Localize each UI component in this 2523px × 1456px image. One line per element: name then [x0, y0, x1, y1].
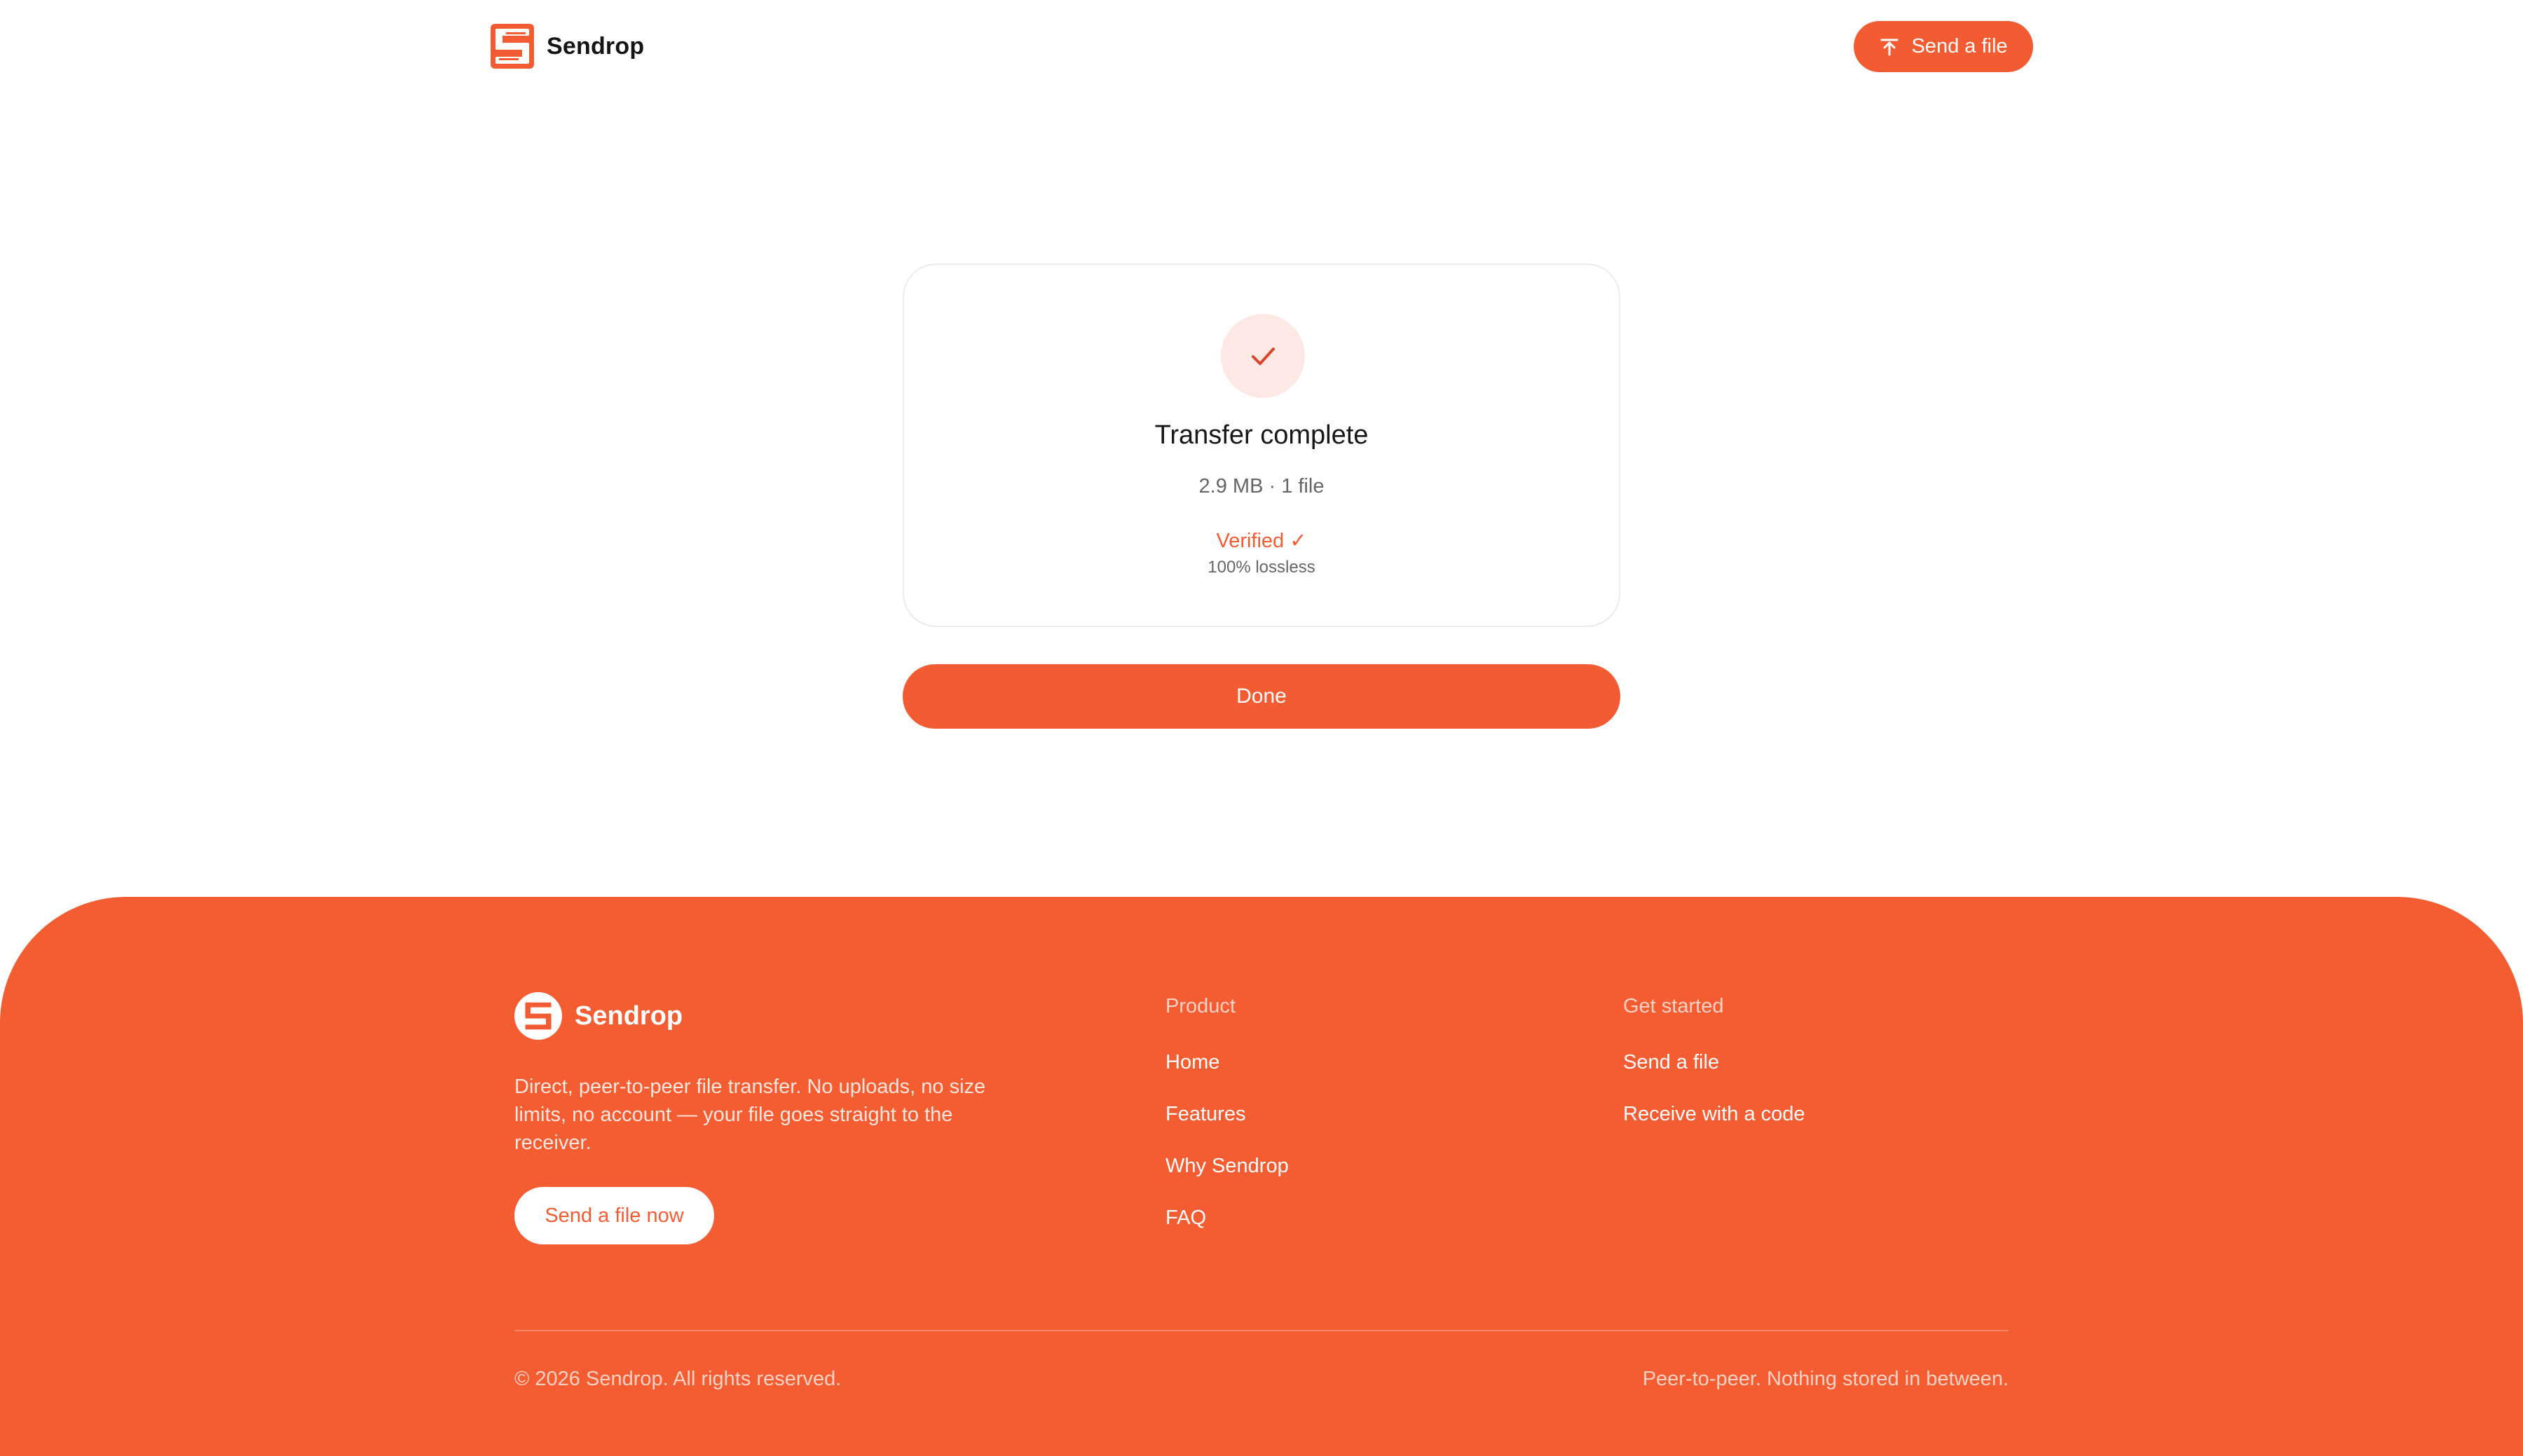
verified-status: Verified ✓ [1216, 530, 1307, 552]
copyright-text: © 2026 Sendrop. All rights reserved. [514, 1368, 842, 1390]
done-button[interactable]: Done [903, 664, 1620, 729]
brand[interactable]: Sendrop [491, 24, 644, 69]
site-footer: Sendrop Direct, peer-to-peer file transf… [0, 897, 2523, 1456]
lossless-note: 100% lossless [1208, 558, 1315, 577]
footer-tagline: Peer-to-peer. Nothing stored in between. [1642, 1368, 2009, 1390]
footer-get-started-column: Get started Send a file Receive with a c… [1623, 995, 1974, 1149]
transfer-status-card: Transfer complete 2.9 MB · 1 file Verifi… [903, 263, 1620, 627]
footer-get-started-title: Get started [1623, 995, 1724, 1017]
footer-link-features[interactable]: Features [1165, 1103, 1245, 1126]
footer-product-column: Product Home Features Why Sendrop FAQ [1165, 995, 1446, 1247]
card-title: Transfer complete [1154, 420, 1369, 450]
site-header: Sendrop Send a file [0, 0, 2523, 94]
send-file-label: Send a file [1911, 35, 2008, 57]
send-file-now-button[interactable]: Send a file now [514, 1187, 714, 1244]
checkmark-icon [1252, 348, 1275, 365]
success-badge [1221, 314, 1305, 398]
footer-link-send-file[interactable]: Send a file [1623, 1051, 1719, 1074]
footer-brand[interactable]: Sendrop [514, 992, 683, 1040]
footer-link-why-sendrop[interactable]: Why Sendrop [1165, 1155, 1289, 1178]
footer-link-faq[interactable]: FAQ [1165, 1207, 1206, 1230]
footer-link-home[interactable]: Home [1165, 1051, 1219, 1074]
sendrop-logo-icon [514, 992, 562, 1040]
footer-brand-name: Sendrop [575, 1001, 683, 1031]
brand-name: Sendrop [547, 32, 645, 60]
sendrop-logo-icon [491, 24, 534, 69]
footer-divider [514, 1330, 2009, 1331]
send-icon [1879, 36, 1900, 57]
send-file-button[interactable]: Send a file [1854, 21, 2033, 72]
footer-product-title: Product [1165, 995, 1236, 1017]
transfer-meta: 2.9 MB · 1 file [1198, 475, 1325, 497]
footer-link-receive-code[interactable]: Receive with a code [1623, 1103, 1805, 1126]
footer-description: Direct, peer-to-peer file transfer. No u… [514, 1076, 986, 1154]
